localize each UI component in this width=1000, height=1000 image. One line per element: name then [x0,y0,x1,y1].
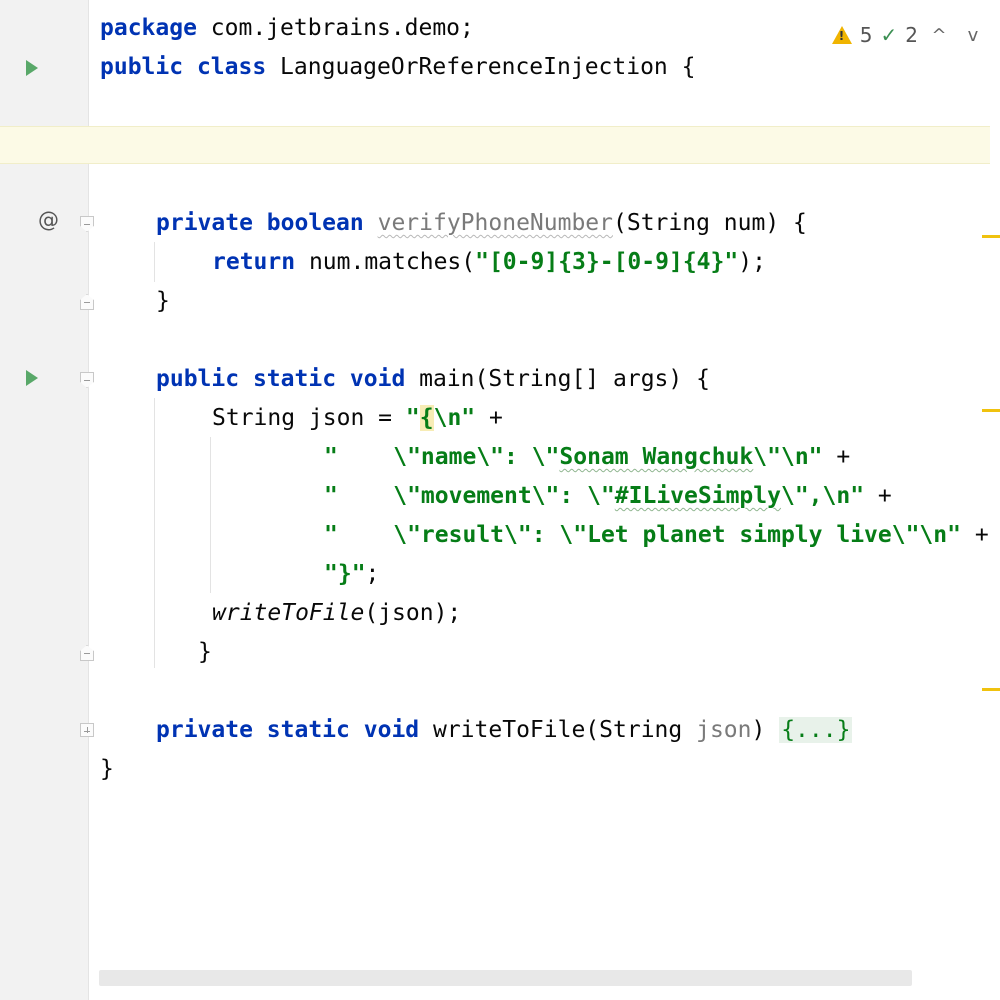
string-literal: \"\n" [753,444,823,470]
previous-highlight-button[interactable]: ^ [926,25,952,46]
code-editor[interactable]: package com.jetbrains.demo; public class… [0,0,990,1000]
keyword: public [100,54,184,80]
escape-sequence: \n [433,405,462,431]
code-line-9: " \"movement\": \"#ILiveSimply\",\n" + [324,477,892,515]
code-line-1: package com.jetbrains.demo; [100,9,474,47]
keyword: static [252,366,337,392]
unused-method-name: verifyPhoneNumber [377,210,613,236]
code-line-13: } [198,633,212,671]
code-text: + [822,444,851,470]
code-text: + [475,405,503,431]
code-text: ; [365,561,380,587]
code-text: num.matches( [295,249,476,275]
keyword: package [100,15,197,41]
horizontal-scrollbar[interactable] [99,970,912,986]
keyword: void [349,366,406,392]
code-text: } [100,756,114,782]
code-text: LanguageOrReferenceInjection { [266,54,696,80]
warning-stripe-marker[interactable] [982,235,1000,238]
warning-stripe-marker[interactable] [982,688,1000,691]
code-line-4: return num.matches("[0-9]{3}-[0-9]{4}"); [212,243,766,281]
code-line-11: "}"; [324,555,379,593]
string-literal: "}" [324,561,366,587]
code-line-7: String json = "{\n" + [212,399,503,437]
code-text: String json = [212,405,406,431]
keyword: void [363,717,420,743]
code-line-14: private static void writeToFile(String j… [156,711,853,749]
code-text: + [864,483,892,509]
warning-count: 5 [859,23,873,47]
matched-brace: { [419,405,434,431]
typo-string: Sonam Wangchuk [559,444,754,470]
folded-code-block[interactable]: {...} [779,717,853,743]
code-line-8: " \"name\": \"Sonam Wangchuk\"\n" + [324,438,850,476]
regex-string: "[0-9]{3}-[0-9]{4}" [475,249,739,275]
code-line-10: " \"result\": \"Let planet simply live\"… [324,516,989,554]
string-literal: " [461,405,476,431]
string-literal: " \"name\": \" [324,444,560,470]
typo-string: #ILiveSimply [614,483,781,509]
warning-stripe-marker[interactable] [982,409,1000,412]
inspection-widget[interactable]: 5 ✓ 2 ^ v [831,20,986,50]
code-line-15: } [100,750,114,788]
string-literal: \",\n" [780,483,865,509]
code-text: + [960,522,989,548]
code-text: (json); [364,600,462,626]
keyword: private [156,210,253,236]
string-literal: " \"result\": \"Let planet simply live\"… [324,522,961,548]
code-text: } [198,639,212,665]
static-method-call: writeToFile [212,600,365,626]
code-line-6: public static void main(String[] args) { [156,360,710,398]
code-line-5: } [156,282,170,320]
keyword: public [156,366,240,392]
keyword: private [156,717,253,743]
code-text: } [156,288,170,314]
code-text: ) [751,717,780,743]
code-line-2: public class LanguageOrReferenceInjectio… [100,48,695,86]
typo-check-icon: ✓ [880,23,898,47]
code-text: main(String[] args) { [405,366,710,392]
keyword: return [212,249,296,275]
string-literal: " \"movement\": \" [324,483,615,509]
code-line-12: writeToFile(json); [212,594,461,632]
warning-icon [831,26,852,44]
keyword: class [196,54,267,80]
code-text: writeToFile(String [419,717,697,743]
code-text: ); [738,249,766,275]
keyword: static [266,717,350,743]
code-line-3: private boolean verifyPhoneNumber(String… [156,204,807,242]
code-text: (String num) { [613,210,807,236]
typo-count: 2 [905,23,918,47]
string-literal: " [405,405,420,431]
keyword: boolean [266,210,364,236]
next-highlight-button[interactable]: v [960,25,986,46]
unused-parameter: json [696,717,752,743]
code-text: com.jetbrains.demo; [196,15,474,41]
